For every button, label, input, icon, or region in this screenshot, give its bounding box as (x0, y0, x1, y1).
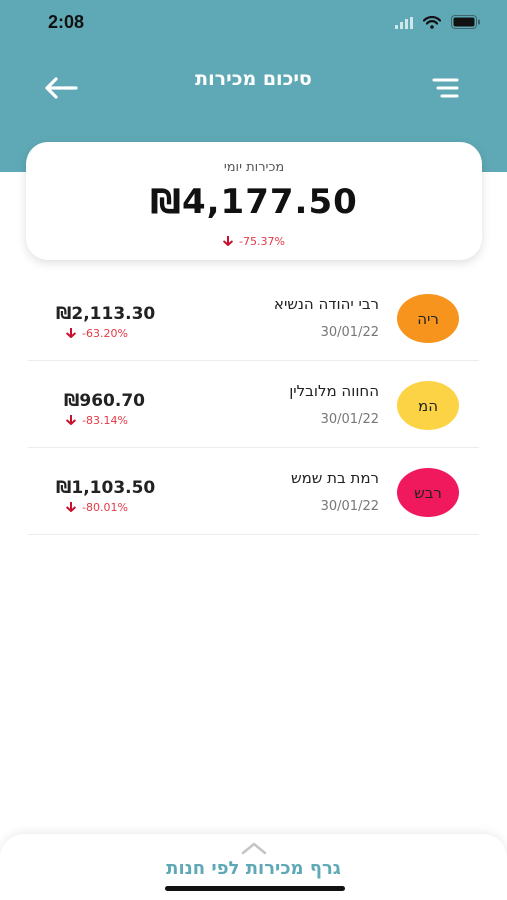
store-change-value: -83.14% (82, 414, 128, 427)
store-name: רמת בת שמש (290, 469, 379, 487)
store-amount: ₪1,103.50 (56, 478, 156, 498)
wifi-icon (422, 14, 442, 33)
signal-icon (395, 14, 413, 33)
store-row[interactable]: המ החווה מלובלין 30/01/22 ₪960.70 -83.14… (28, 361, 479, 448)
daily-sales-amount: ₪4,177.50 (150, 182, 358, 222)
store-change: -80.01% (66, 501, 128, 514)
store-row[interactable]: רבש רמת בת שמש 30/01/22 ₪1,103.50 -80.01… (28, 448, 479, 535)
store-change-value: -80.01% (82, 501, 128, 514)
store-avatar: רבש (397, 468, 459, 517)
chevron-up-icon[interactable] (241, 840, 267, 855)
daily-sales-card: מכירות יומי ₪4,177.50 -75.37% (26, 142, 482, 260)
status-icons (395, 14, 481, 33)
store-avatar: המ (397, 381, 459, 430)
down-arrow-icon (66, 327, 76, 338)
store-change: -63.20% (66, 327, 128, 340)
store-change-value: -63.20% (82, 327, 128, 340)
home-indicator (165, 886, 345, 891)
store-name: החווה מלובלין (289, 382, 379, 400)
store-date: 30/01/22 (320, 325, 379, 340)
down-arrow-icon (223, 235, 233, 246)
down-arrow-icon (66, 501, 76, 512)
store-change: -83.14% (66, 414, 128, 427)
status-time: 2:08 (48, 12, 85, 32)
daily-sales-change: -75.37% (26, 235, 482, 248)
store-date: 30/01/22 (320, 412, 379, 427)
store-avatar: ריה (397, 294, 459, 343)
status-bar: 2:08 (0, 0, 507, 46)
menu-button[interactable] (431, 76, 461, 102)
daily-sales-label: מכירות יומי (223, 160, 285, 175)
daily-sales-change-value: -75.37% (239, 235, 285, 248)
store-amount: ₪2,113.30 (56, 304, 156, 324)
store-date: 30/01/22 (320, 499, 379, 514)
store-row[interactable]: ריה רבי יהודה הנשיא 30/01/22 ₪2,113.30 -… (28, 274, 479, 361)
store-list: ריה רבי יהודה הנשיא 30/01/22 ₪2,113.30 -… (28, 274, 479, 535)
battery-icon (451, 14, 481, 33)
menu-icon (431, 78, 459, 104)
store-sales-chart-label: גרף מכירות לפי חנות (166, 858, 341, 879)
store-amount: ₪960.70 (64, 391, 145, 411)
down-arrow-icon (66, 414, 76, 425)
store-name: רבי יהודה הנשיא (273, 295, 379, 313)
